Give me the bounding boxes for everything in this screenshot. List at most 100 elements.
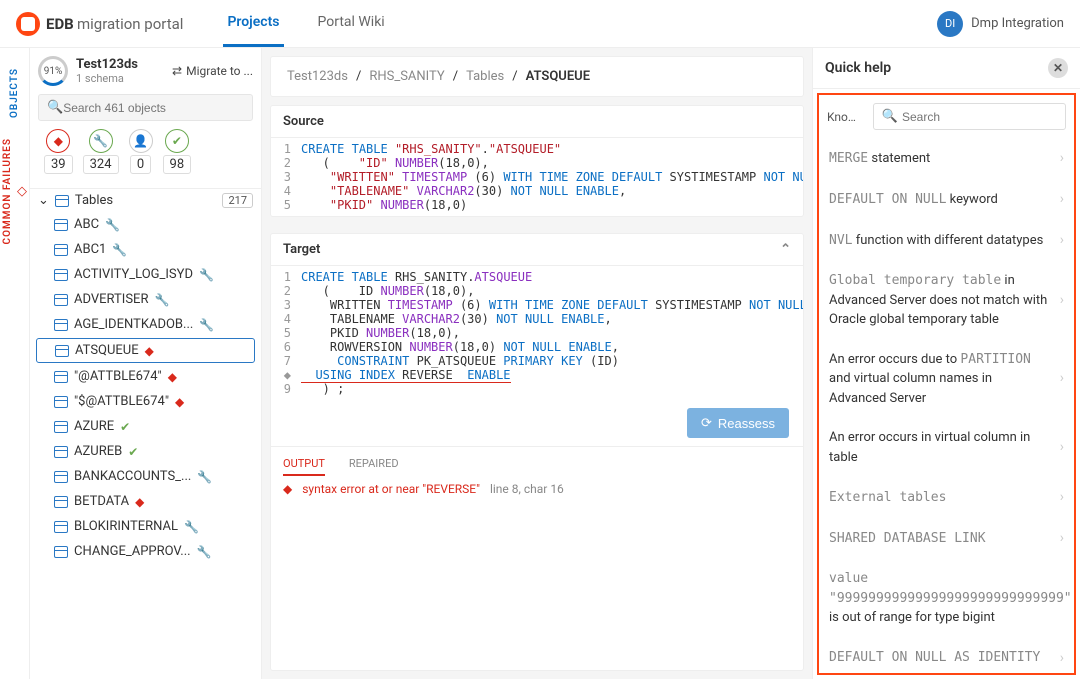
table-row[interactable]: ACTIVITY_LOG_ISYD 🔧 xyxy=(30,262,261,287)
error-location: line 8, char 16 xyxy=(490,482,564,496)
user-menu[interactable]: DI Dmp Integration xyxy=(937,11,1064,37)
stat-person: 0 xyxy=(130,155,151,174)
table-name: ABC xyxy=(74,217,99,232)
brand-bold: EDB xyxy=(46,15,74,33)
chevron-right-icon: › xyxy=(1060,648,1064,669)
kb-item[interactable]: An error occurs in virtual column in tab… xyxy=(827,418,1066,477)
kb-item[interactable]: An error occurs due to PARTITION and vir… xyxy=(827,340,1066,419)
kb-item[interactable]: value "99999999999999999999999999999" is… xyxy=(827,559,1066,638)
table-row[interactable]: ABC1 🔧 xyxy=(30,237,261,262)
target-panel: Target ⌃ 1CREATE TABLE RHS_SANITY.ATSQUE… xyxy=(270,233,804,671)
table-row[interactable]: BETDATA ◆ xyxy=(30,489,261,514)
search-icon: 🔍 xyxy=(47,100,63,115)
wrench-icon[interactable]: 🔧 xyxy=(89,129,113,153)
migrate-icon: ⇄ xyxy=(172,64,182,78)
stat-err: 39 xyxy=(44,155,73,174)
breadcrumb: Test123ds / RHS_SANITY / Tables / ATSQUE… xyxy=(270,56,804,97)
rail-objects[interactable]: OBJECTS xyxy=(9,68,20,118)
table-row[interactable]: ADVERTISER 🔧 xyxy=(30,287,261,312)
kb-search-input[interactable] xyxy=(902,110,1057,124)
table-row[interactable]: ABC 🔧 xyxy=(30,212,261,237)
source-code[interactable]: 1CREATE TABLE "RHS_SANITY"."ATSQUEUE"2 (… xyxy=(271,138,803,216)
table-icon xyxy=(54,521,68,533)
tables-count: 217 xyxy=(222,193,253,208)
migrate-button[interactable]: ⇄ Migrate to ... xyxy=(172,64,253,78)
table-name: ATSQUEUE xyxy=(75,343,139,358)
rail-common-failures[interactable]: COMMON FAILURES ◇ xyxy=(2,138,27,244)
chevron-right-icon: › xyxy=(1060,230,1064,251)
table-name: ACTIVITY_LOG_ISYD xyxy=(74,267,193,282)
table-name: AZUREB xyxy=(74,444,122,459)
user-name: Dmp Integration xyxy=(971,16,1064,31)
table-row[interactable]: AZUREB ✔ xyxy=(30,439,261,464)
crumb-type[interactable]: Tables xyxy=(466,69,504,84)
check-icon[interactable]: ✔ xyxy=(165,129,189,153)
error-text: syntax error at or near "REVERSE" xyxy=(302,482,480,496)
crumb-schema[interactable]: RHS_SANITY xyxy=(369,69,444,84)
table-name: ADVERTISER xyxy=(74,292,148,307)
chevron-right-icon: › xyxy=(1060,148,1064,169)
project-header: 91% Test123ds 1 schema ⇄ Migrate to ... xyxy=(38,56,253,86)
chevron-right-icon: › xyxy=(1060,290,1064,311)
chevron-up-icon[interactable]: ⌃ xyxy=(780,242,791,257)
project-sub: 1 schema xyxy=(76,72,138,85)
quick-help-panel: Quick help ✕ Knowledge ... ⌄ 🔍 MERGE sta… xyxy=(812,48,1080,679)
search-input[interactable] xyxy=(63,101,244,115)
chevron-right-icon: › xyxy=(1060,487,1064,508)
source-panel: Source 1CREATE TABLE "RHS_SANITY"."ATSQU… xyxy=(270,105,804,217)
kb-item[interactable]: NVL function with different datatypes› xyxy=(827,220,1066,261)
kb-item[interactable]: MERGE statement› xyxy=(827,138,1066,179)
table-row[interactable]: ATSQUEUE ◆ xyxy=(36,338,255,363)
reassess-button[interactable]: ⟳ Reassess xyxy=(687,408,789,438)
table-row[interactable]: "$@ATTBLE674" ◆ xyxy=(30,389,261,414)
kb-search[interactable]: 🔍 xyxy=(873,103,1066,130)
kb-item[interactable]: Global temporary table in Advanced Serve… xyxy=(827,261,1066,340)
error-icon[interactable]: ◆ xyxy=(46,129,70,153)
table-icon xyxy=(54,319,68,331)
table-icon xyxy=(55,195,69,207)
left-rail: OBJECTS COMMON FAILURES ◇ xyxy=(0,48,30,679)
table-name: BLOKIRINTERNAL xyxy=(74,519,178,534)
nav-tab-projects[interactable]: Projects xyxy=(223,0,283,47)
table-icon xyxy=(54,371,68,383)
crumb-project[interactable]: Test123ds xyxy=(287,69,348,84)
kb-item[interactable]: DEFAULT ON NULL keyword› xyxy=(827,179,1066,220)
table-row[interactable]: AGE_IDENTKADOB... 🔧 xyxy=(30,312,261,337)
tree-tables-header[interactable]: ⌄ Tables 217 xyxy=(30,189,261,212)
table-row[interactable]: "@ATTBLE674" ◆ xyxy=(30,364,261,389)
kb-item[interactable]: External tables› xyxy=(827,477,1066,518)
object-search[interactable]: 🔍 xyxy=(38,94,253,121)
table-icon xyxy=(54,446,68,458)
table-row[interactable]: BANKACCOUNTS_... 🔧 xyxy=(30,464,261,489)
logo-icon xyxy=(16,12,40,36)
kb-item[interactable]: SHARED DATABASE LINK› xyxy=(827,518,1066,559)
avatar: DI xyxy=(937,11,963,37)
close-icon[interactable]: ✕ xyxy=(1048,58,1068,78)
tab-repaired[interactable]: REPAIRED xyxy=(349,453,399,476)
kb-item[interactable]: DEFAULT ON NULL AS IDENTITY› xyxy=(827,638,1066,676)
nav-tabs: Projects Portal Wiki xyxy=(223,0,388,47)
chevron-right-icon: › xyxy=(1060,368,1064,389)
table-name: BETDATA xyxy=(74,494,129,509)
quick-help-title: Quick help xyxy=(825,60,891,76)
table-icon xyxy=(54,269,68,281)
source-header: Source xyxy=(271,106,803,138)
table-row[interactable]: AZURE ✔ xyxy=(30,414,261,439)
app-header: EDB migration portal Projects Portal Wik… xyxy=(0,0,1080,48)
table-icon xyxy=(54,244,68,256)
brand-logo: EDB migration portal xyxy=(16,12,183,36)
table-name: "@ATTBLE674" xyxy=(74,369,162,384)
person-icon[interactable]: 👤 xyxy=(129,129,153,153)
brand-light: migration portal xyxy=(77,15,183,33)
nav-tab-wiki[interactable]: Portal Wiki xyxy=(314,0,389,47)
kb-dropdown[interactable]: Knowledge ... ⌄ xyxy=(827,110,865,124)
table-row[interactable]: BLOKIRINTERNAL 🔧 xyxy=(30,514,261,539)
table-name: AZURE xyxy=(74,419,114,434)
table-icon xyxy=(54,294,68,306)
table-name: BANKACCOUNTS_... xyxy=(74,469,191,484)
tab-output[interactable]: OUTPUT xyxy=(283,453,325,476)
target-code[interactable]: 1CREATE TABLE RHS_SANITY.ATSQUEUE2 ( ID … xyxy=(271,266,803,400)
table-icon xyxy=(54,471,68,483)
chevron-down-icon: ⌄ xyxy=(38,193,49,208)
table-row[interactable]: CHANGE_APPROV... 🔧 xyxy=(30,539,261,564)
